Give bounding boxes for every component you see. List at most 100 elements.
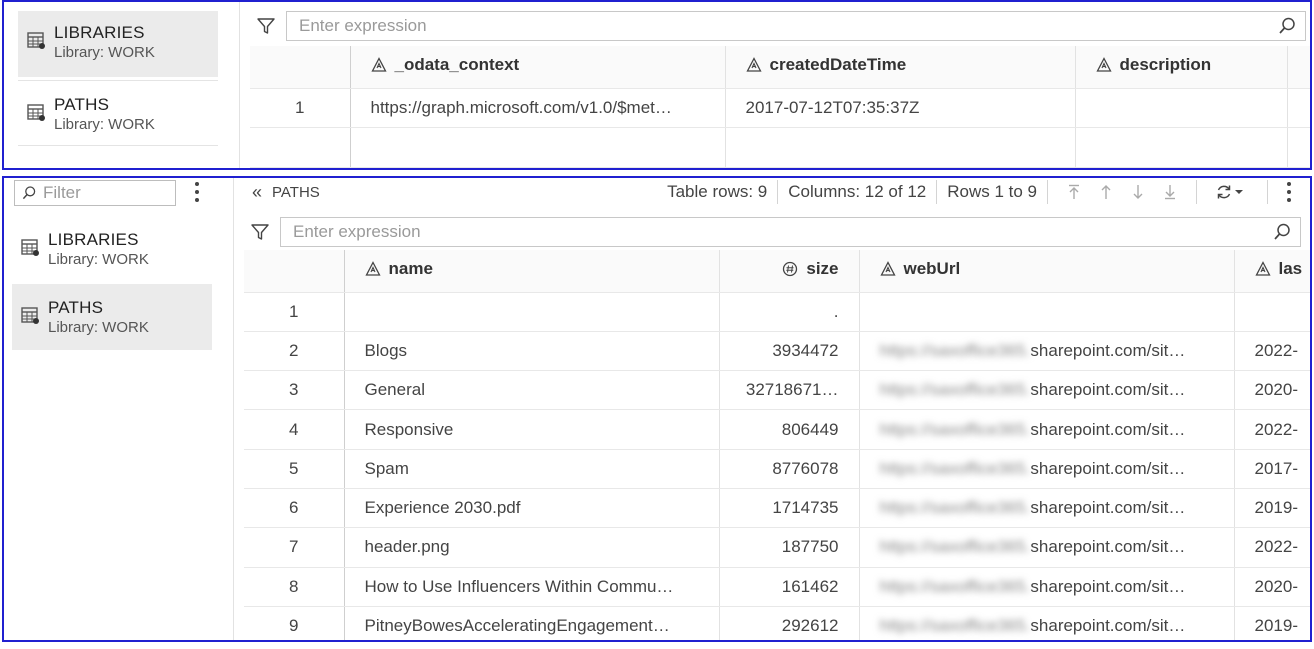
- column-header-name[interactable]: name: [344, 250, 720, 293]
- row-number: 1: [250, 88, 351, 128]
- first-page-icon[interactable]: [1066, 184, 1082, 200]
- expression-input[interactable]: [287, 16, 1277, 36]
- expression-input[interactable]: [281, 222, 1272, 242]
- table-row[interactable]: 7 header.png 187750 https://saxoffice365.sh…: [244, 527, 1310, 568]
- cell-weburl[interactable]: https://saxoffice365.sharepoint.com/sit…: [859, 527, 1235, 568]
- cell-name[interactable]: General: [344, 370, 720, 411]
- column-header-weburl[interactable]: webUrl: [859, 250, 1235, 293]
- cell-last[interactable]: 2022-: [1234, 409, 1310, 450]
- table-row[interactable]: 4 Responsive 806449 https://saxoffice365.sh…: [244, 409, 1310, 450]
- cell-last[interactable]: 2020-: [1234, 370, 1310, 411]
- toolbar-divider: [1196, 180, 1197, 204]
- cell-weburl[interactable]: https://saxoffice365.sharepoint.com/sit…: [859, 331, 1235, 372]
- table-name: PATHS: [272, 183, 320, 201]
- table-body: 1. 2 Blogs 3934472 https://saxoffice365.shar…: [244, 292, 1310, 640]
- table-row[interactable]: 1 https://graph.microsoft.com/v1.0/$met……: [250, 88, 1310, 128]
- table-row[interactable]: 1.: [244, 292, 1310, 332]
- cell-last[interactable]: [1234, 292, 1310, 332]
- filter-funnel-icon[interactable]: [250, 222, 270, 242]
- library-item-libraries[interactable]: LIBRARIES Library: WORK: [12, 218, 212, 284]
- cell-name[interactable]: Responsive: [344, 409, 720, 450]
- cell-size[interactable]: 187750: [719, 527, 860, 568]
- cell-last[interactable]: 2022-: [1234, 527, 1310, 568]
- side-more-options-icon[interactable]: [194, 182, 200, 202]
- last-page-icon[interactable]: [1162, 184, 1178, 200]
- cell-size[interactable]: .: [719, 292, 860, 332]
- table-row[interactable]: 2 Blogs 3934472 https://saxoffice365.sharep…: [244, 331, 1310, 372]
- search-icon[interactable]: [1272, 222, 1292, 242]
- cell-name[interactable]: PitneyBowesAcceleratingEngagement…: [344, 606, 720, 640]
- expression-box[interactable]: [286, 11, 1306, 41]
- cell-name[interactable]: [344, 292, 720, 332]
- side-filter-input[interactable]: [43, 183, 163, 203]
- cell-name[interactable]: How to Use Influencers Within Commu…: [344, 567, 720, 607]
- cell-weburl[interactable]: https://saxoffice365.sharepoint.com/sit…: [859, 567, 1235, 607]
- column-header-description[interactable]: description: [1075, 46, 1288, 89]
- cell-created[interactable]: 2017-07-12T07:35:37Z: [725, 88, 1076, 128]
- cell-weburl[interactable]: https://saxoffice365.sharepoint.com/sit…: [859, 606, 1235, 640]
- cell-last[interactable]: 2019-: [1234, 488, 1310, 529]
- row-number: 7: [244, 527, 345, 568]
- expression-box[interactable]: [280, 217, 1301, 247]
- cell-odata-context[interactable]: https://graph.microsoft.com/v1.0/$met…: [350, 88, 726, 128]
- table-row-empty: [250, 127, 1310, 168]
- library-name: LIBRARIES: [54, 23, 145, 42]
- cell-size[interactable]: 32718671…: [719, 370, 860, 411]
- cell-name[interactable]: Experience 2030.pdf: [344, 488, 720, 529]
- filter-funnel-icon[interactable]: [256, 16, 276, 36]
- table-row[interactable]: 9 PitneyBowesAcceleratingEngagement… 29261…: [244, 606, 1310, 640]
- table-row[interactable]: 3 General 32718671… https://saxoffice365.sh…: [244, 370, 1310, 411]
- cell-name[interactable]: Blogs: [344, 331, 720, 372]
- table-icon: [21, 239, 39, 256]
- cell-last[interactable]: 2020-: [1234, 567, 1310, 607]
- cell-last[interactable]: 2017-: [1234, 449, 1310, 489]
- column-header-size[interactable]: size: [719, 250, 860, 293]
- cell-name[interactable]: header.png: [344, 527, 720, 568]
- previous-page-icon[interactable]: [1098, 184, 1114, 200]
- chevron-down-icon[interactable]: [1235, 188, 1243, 196]
- cell-size[interactable]: 806449: [719, 409, 860, 450]
- toolbar-divider: [777, 180, 779, 204]
- column-header-last[interactable]: las: [1234, 250, 1310, 293]
- table-row[interactable]: 6 Experience 2030.pdf 1714735 https://saxof…: [244, 488, 1310, 529]
- data-grid: name size webUrl las 1. 2 Blogs 3934472 http…: [244, 250, 1310, 640]
- weburl-blurred-prefix: https://saxoffice365.: [879, 380, 1031, 400]
- character-column-icon: [745, 57, 762, 72]
- weburl-blurred-prefix: https://saxoffice365.: [879, 458, 1031, 478]
- cell-last[interactable]: 2022-: [1234, 331, 1310, 372]
- cell-weburl[interactable]: https://saxoffice365.sharepoint.com/sit…: [859, 488, 1235, 529]
- cell-size[interactable]: 8776078: [719, 449, 860, 489]
- library-item-paths[interactable]: PATHS Library: WORK: [12, 284, 212, 350]
- refresh-icon[interactable]: [1215, 183, 1233, 201]
- toolbar-divider: [936, 180, 938, 204]
- cell-weburl[interactable]: https://saxoffice365.sharepoint.com/sit…: [859, 449, 1235, 489]
- weburl-text: sharepoint.com/sit…: [1030, 537, 1186, 557]
- column-header-created[interactable]: createdDateTime: [725, 46, 1076, 89]
- top-panel: LIBRARIES Library: WORK PATHS Library: W…: [2, 0, 1312, 170]
- cell-weburl[interactable]: https://saxoffice365.sharepoint.com/sit…: [859, 409, 1235, 450]
- cell-size[interactable]: 1714735: [719, 488, 860, 529]
- table-row[interactable]: 8 How to Use Influencers Within Commu… 161…: [244, 567, 1310, 607]
- cell-empty: [350, 127, 726, 168]
- cell-name[interactable]: Spam: [344, 449, 720, 489]
- more-options-icon[interactable]: [1286, 182, 1292, 202]
- weburl-blurred-prefix: https://saxoffice365.: [879, 537, 1031, 557]
- cell-weburl[interactable]: [859, 292, 1235, 332]
- table-row[interactable]: 5 Spam 8776078 https://saxoffice365.sharepo…: [244, 449, 1310, 489]
- collapse-icon[interactable]: «: [252, 182, 262, 203]
- search-icon[interactable]: [1277, 16, 1297, 36]
- cell-last[interactable]: 2019-: [1234, 606, 1310, 640]
- cell-empty: [725, 127, 1076, 168]
- cell-size[interactable]: 292612: [719, 606, 860, 640]
- column-header-odata-context[interactable]: _odata_context: [350, 46, 726, 89]
- cell-description[interactable]: [1075, 88, 1288, 128]
- cell-weburl[interactable]: https://saxoffice365.sharepoint.com/sit…: [859, 370, 1235, 411]
- library-sub: Library: WORK: [48, 319, 149, 336]
- cell-size[interactable]: 161462: [719, 567, 860, 607]
- cell-size[interactable]: 3934472: [719, 331, 860, 372]
- library-item-paths[interactable]: PATHS Library: WORK: [18, 80, 218, 146]
- column-label: webUrl: [903, 259, 961, 279]
- library-item-libraries[interactable]: LIBRARIES Library: WORK: [18, 11, 218, 77]
- next-page-icon[interactable]: [1130, 184, 1146, 200]
- side-filter-box[interactable]: [14, 180, 176, 206]
